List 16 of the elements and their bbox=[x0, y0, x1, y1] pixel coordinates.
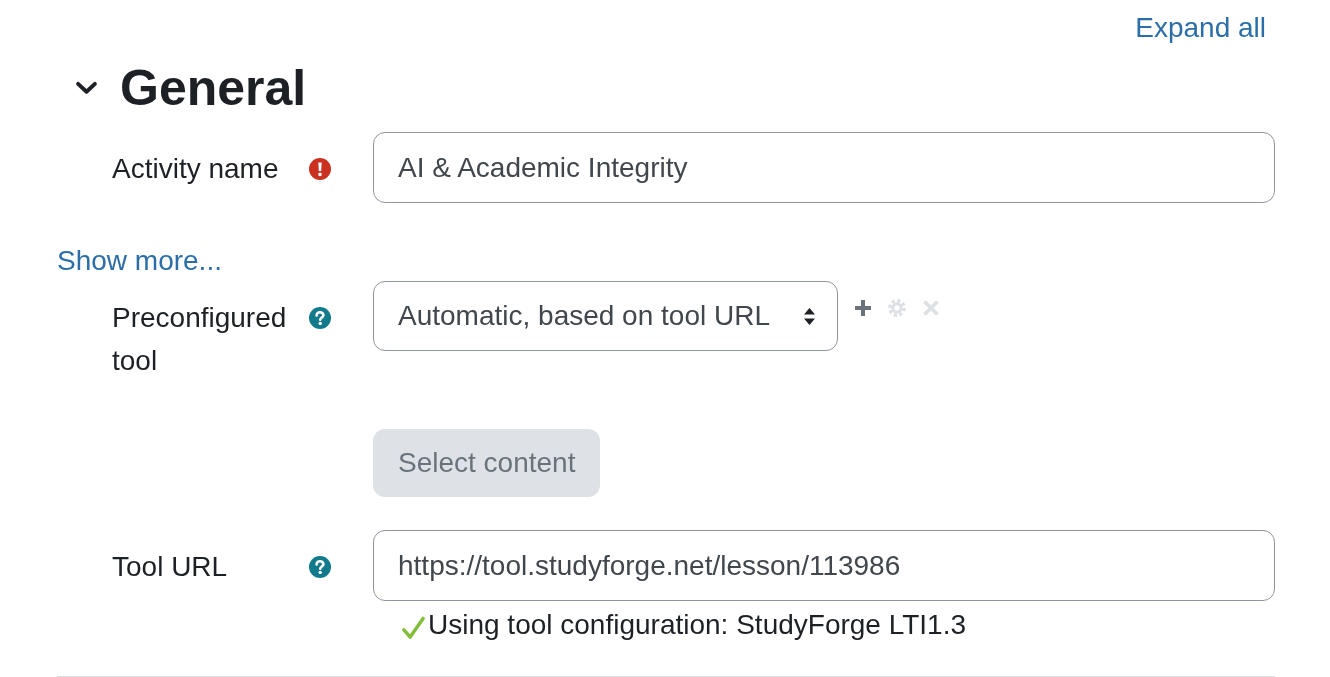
plus-icon[interactable] bbox=[855, 300, 871, 316]
help-icon[interactable] bbox=[309, 307, 331, 329]
help-icon[interactable] bbox=[309, 556, 331, 578]
up-down-caret-icon bbox=[804, 307, 815, 325]
text-input[interactable]: AI & Academic Integrity bbox=[373, 132, 1275, 203]
section-heading: General bbox=[120, 62, 307, 114]
check-icon bbox=[402, 616, 425, 640]
text-input[interactable]: https://tool.studyforge.net/lesson/113986 bbox=[373, 530, 1275, 601]
show-more-link[interactable]: Show more... bbox=[57, 245, 222, 276]
config-status-text: Using tool configuration: StudyForge LTI1.3 bbox=[428, 608, 966, 642]
field-label: Tool URL bbox=[112, 550, 229, 584]
chevron-icon[interactable] bbox=[75, 81, 98, 95]
field-label: Preconfigured tool bbox=[112, 301, 288, 378]
expand-all-link[interactable]: Expand all bbox=[1135, 8, 1266, 48]
select-dropdown[interactable]: Automatic, based on tool URL bbox=[373, 281, 838, 351]
field-label: Activity name bbox=[112, 152, 280, 186]
